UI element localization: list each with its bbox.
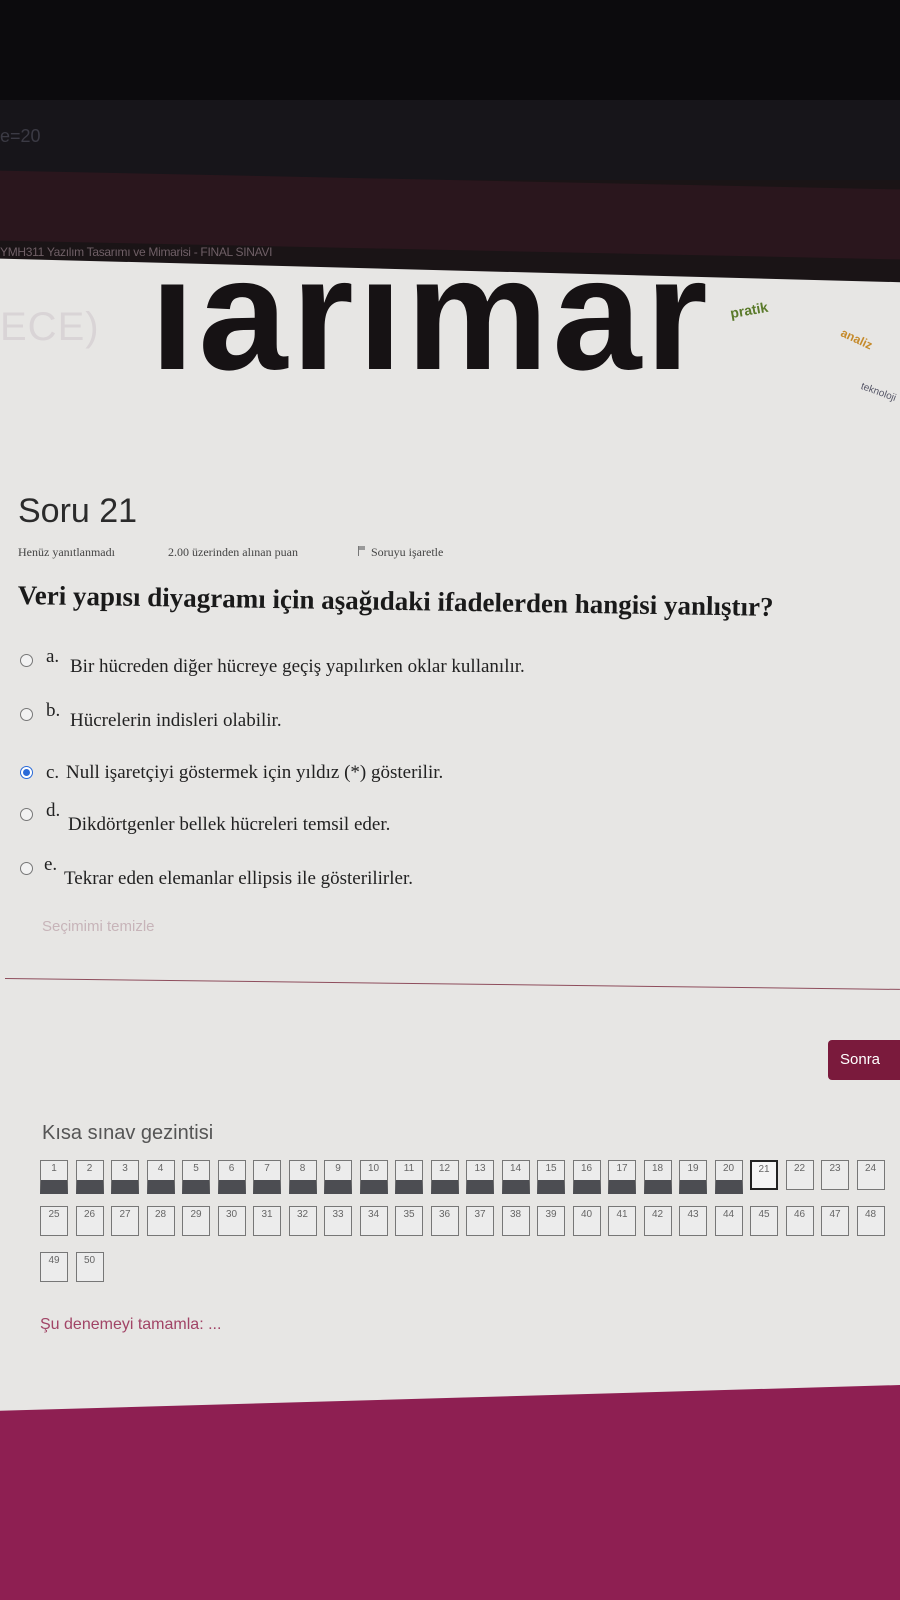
radio-button[interactable] bbox=[20, 808, 33, 821]
option-letter: b. bbox=[46, 700, 61, 721]
radio-button[interactable] bbox=[20, 708, 33, 721]
nav-question-44[interactable]: 44 bbox=[714, 1206, 743, 1236]
screen-bezel bbox=[0, 0, 900, 100]
nav-question-23[interactable]: 23 bbox=[821, 1160, 849, 1190]
nav-question-25[interactable]: 25 bbox=[40, 1206, 68, 1236]
option-text: Null işaretçiyi göstermek için yıldız (*… bbox=[66, 762, 444, 783]
option-text: Bir hücreden diğer hücreye geçiş yapılır… bbox=[70, 656, 525, 677]
nav-question-38[interactable]: 38 bbox=[501, 1206, 530, 1236]
nav-question-28[interactable]: 28 bbox=[146, 1206, 175, 1236]
clear-selection-link[interactable]: Seçimimi temizle bbox=[42, 918, 155, 935]
nav-question-20[interactable]: 20 bbox=[714, 1160, 743, 1194]
flag-question-link[interactable]: Soruyu işaretle bbox=[358, 545, 443, 560]
option-letter: a. bbox=[46, 646, 60, 667]
radio-button[interactable] bbox=[20, 654, 33, 667]
question-status: Henüz yanıtlanmadı bbox=[18, 545, 115, 559]
nav-question-49[interactable]: 49 bbox=[40, 1252, 68, 1282]
nav-question-47[interactable]: 47 bbox=[821, 1206, 849, 1236]
question-points: 2.00 üzerinden alınan puan bbox=[168, 545, 298, 559]
nav-question-50[interactable]: 50 bbox=[75, 1252, 104, 1282]
nav-question-39[interactable]: 39 bbox=[537, 1206, 565, 1236]
nav-question-34[interactable]: 34 bbox=[359, 1206, 388, 1236]
nav-question-31[interactable]: 31 bbox=[253, 1206, 281, 1236]
option-letter: d. bbox=[46, 800, 61, 821]
nav-question-4[interactable]: 4 bbox=[146, 1160, 175, 1194]
option-letter: c. bbox=[46, 762, 60, 783]
nav-question-3[interactable]: 3 bbox=[111, 1160, 139, 1194]
course-badge: ECE) bbox=[0, 305, 100, 349]
banner-word: ıarımar bbox=[150, 262, 712, 403]
flag-question-label: Soruyu işaretle bbox=[371, 545, 444, 559]
nav-question-19[interactable]: 19 bbox=[679, 1160, 707, 1194]
next-page-button[interactable]: Sonra bbox=[828, 1040, 900, 1080]
radio-button-selected[interactable] bbox=[20, 766, 33, 779]
nav-question-29[interactable]: 29 bbox=[182, 1206, 210, 1236]
nav-question-46[interactable]: 46 bbox=[785, 1206, 814, 1236]
nav-question-37[interactable]: 37 bbox=[466, 1206, 494, 1236]
nav-question-48[interactable]: 48 bbox=[856, 1206, 885, 1236]
nav-question-27[interactable]: 27 bbox=[111, 1206, 139, 1236]
nav-question-9[interactable]: 9 bbox=[324, 1160, 352, 1194]
nav-question-45[interactable]: 45 bbox=[750, 1206, 778, 1236]
finish-attempt-link[interactable]: Şu denemeyi tamamla: ... bbox=[40, 1316, 221, 1334]
nav-question-33[interactable]: 33 bbox=[324, 1206, 352, 1236]
nav-question-26[interactable]: 26 bbox=[75, 1206, 104, 1236]
nav-question-10[interactable]: 10 bbox=[359, 1160, 388, 1194]
course-breadcrumb[interactable]: YMH311 Yazılım Tasarımı ve Mimarisi - FI… bbox=[0, 245, 272, 259]
nav-question-5[interactable]: 5 bbox=[182, 1160, 210, 1194]
nav-question-40[interactable]: 40 bbox=[572, 1206, 601, 1236]
banner-tag: teknoloji bbox=[859, 381, 898, 404]
nav-question-15[interactable]: 15 bbox=[537, 1160, 565, 1194]
nav-question-30[interactable]: 30 bbox=[217, 1206, 246, 1236]
nav-question-8[interactable]: 8 bbox=[288, 1160, 317, 1194]
nav-question-12[interactable]: 12 bbox=[430, 1160, 459, 1194]
nav-question-18[interactable]: 18 bbox=[643, 1160, 672, 1194]
browser-address-strip bbox=[0, 100, 900, 180]
nav-question-14[interactable]: 14 bbox=[501, 1160, 530, 1194]
banner-tag: analiz bbox=[838, 325, 875, 353]
nav-question-32[interactable]: 32 bbox=[288, 1206, 317, 1236]
nav-question-35[interactable]: 35 bbox=[395, 1206, 423, 1236]
footer-band bbox=[0, 1385, 900, 1600]
question-title: Soru 21 bbox=[18, 492, 138, 530]
nav-question-6[interactable]: 6 bbox=[217, 1160, 246, 1194]
course-banner-image: ıarımar pratik analiz teknoloji bbox=[110, 262, 900, 432]
nav-question-2[interactable]: 2 bbox=[75, 1160, 104, 1194]
nav-question-13[interactable]: 13 bbox=[466, 1160, 494, 1194]
nav-question-11[interactable]: 11 bbox=[395, 1160, 423, 1194]
option-text: Tekrar eden elemanlar ellipsis ile göste… bbox=[64, 868, 413, 889]
option-text: Hücrelerin indisleri olabilir. bbox=[70, 710, 282, 731]
quiz-navigation-title: Kısa sınav gezintisi bbox=[42, 1122, 214, 1144]
nav-question-1[interactable]: 1 bbox=[40, 1160, 68, 1194]
nav-question-36[interactable]: 36 bbox=[430, 1206, 459, 1236]
nav-question-22[interactable]: 22 bbox=[785, 1160, 814, 1190]
flag-icon bbox=[358, 546, 367, 556]
url-fragment: e=20 bbox=[0, 126, 41, 146]
nav-question-17[interactable]: 17 bbox=[608, 1160, 636, 1194]
nav-question-41[interactable]: 41 bbox=[608, 1206, 636, 1236]
nav-question-24[interactable]: 24 bbox=[856, 1160, 885, 1190]
radio-button[interactable] bbox=[20, 862, 33, 875]
nav-question-21[interactable]: 21 bbox=[750, 1160, 778, 1190]
nav-question-43[interactable]: 43 bbox=[679, 1206, 707, 1236]
nav-question-7[interactable]: 7 bbox=[253, 1160, 281, 1194]
nav-question-16[interactable]: 16 bbox=[572, 1160, 601, 1194]
option-letter: e. bbox=[44, 854, 58, 875]
banner-tag: pratik bbox=[728, 298, 770, 322]
nav-question-42[interactable]: 42 bbox=[643, 1206, 672, 1236]
option-text: Dikdörtgenler bellek hücreleri temsil ed… bbox=[68, 814, 391, 835]
